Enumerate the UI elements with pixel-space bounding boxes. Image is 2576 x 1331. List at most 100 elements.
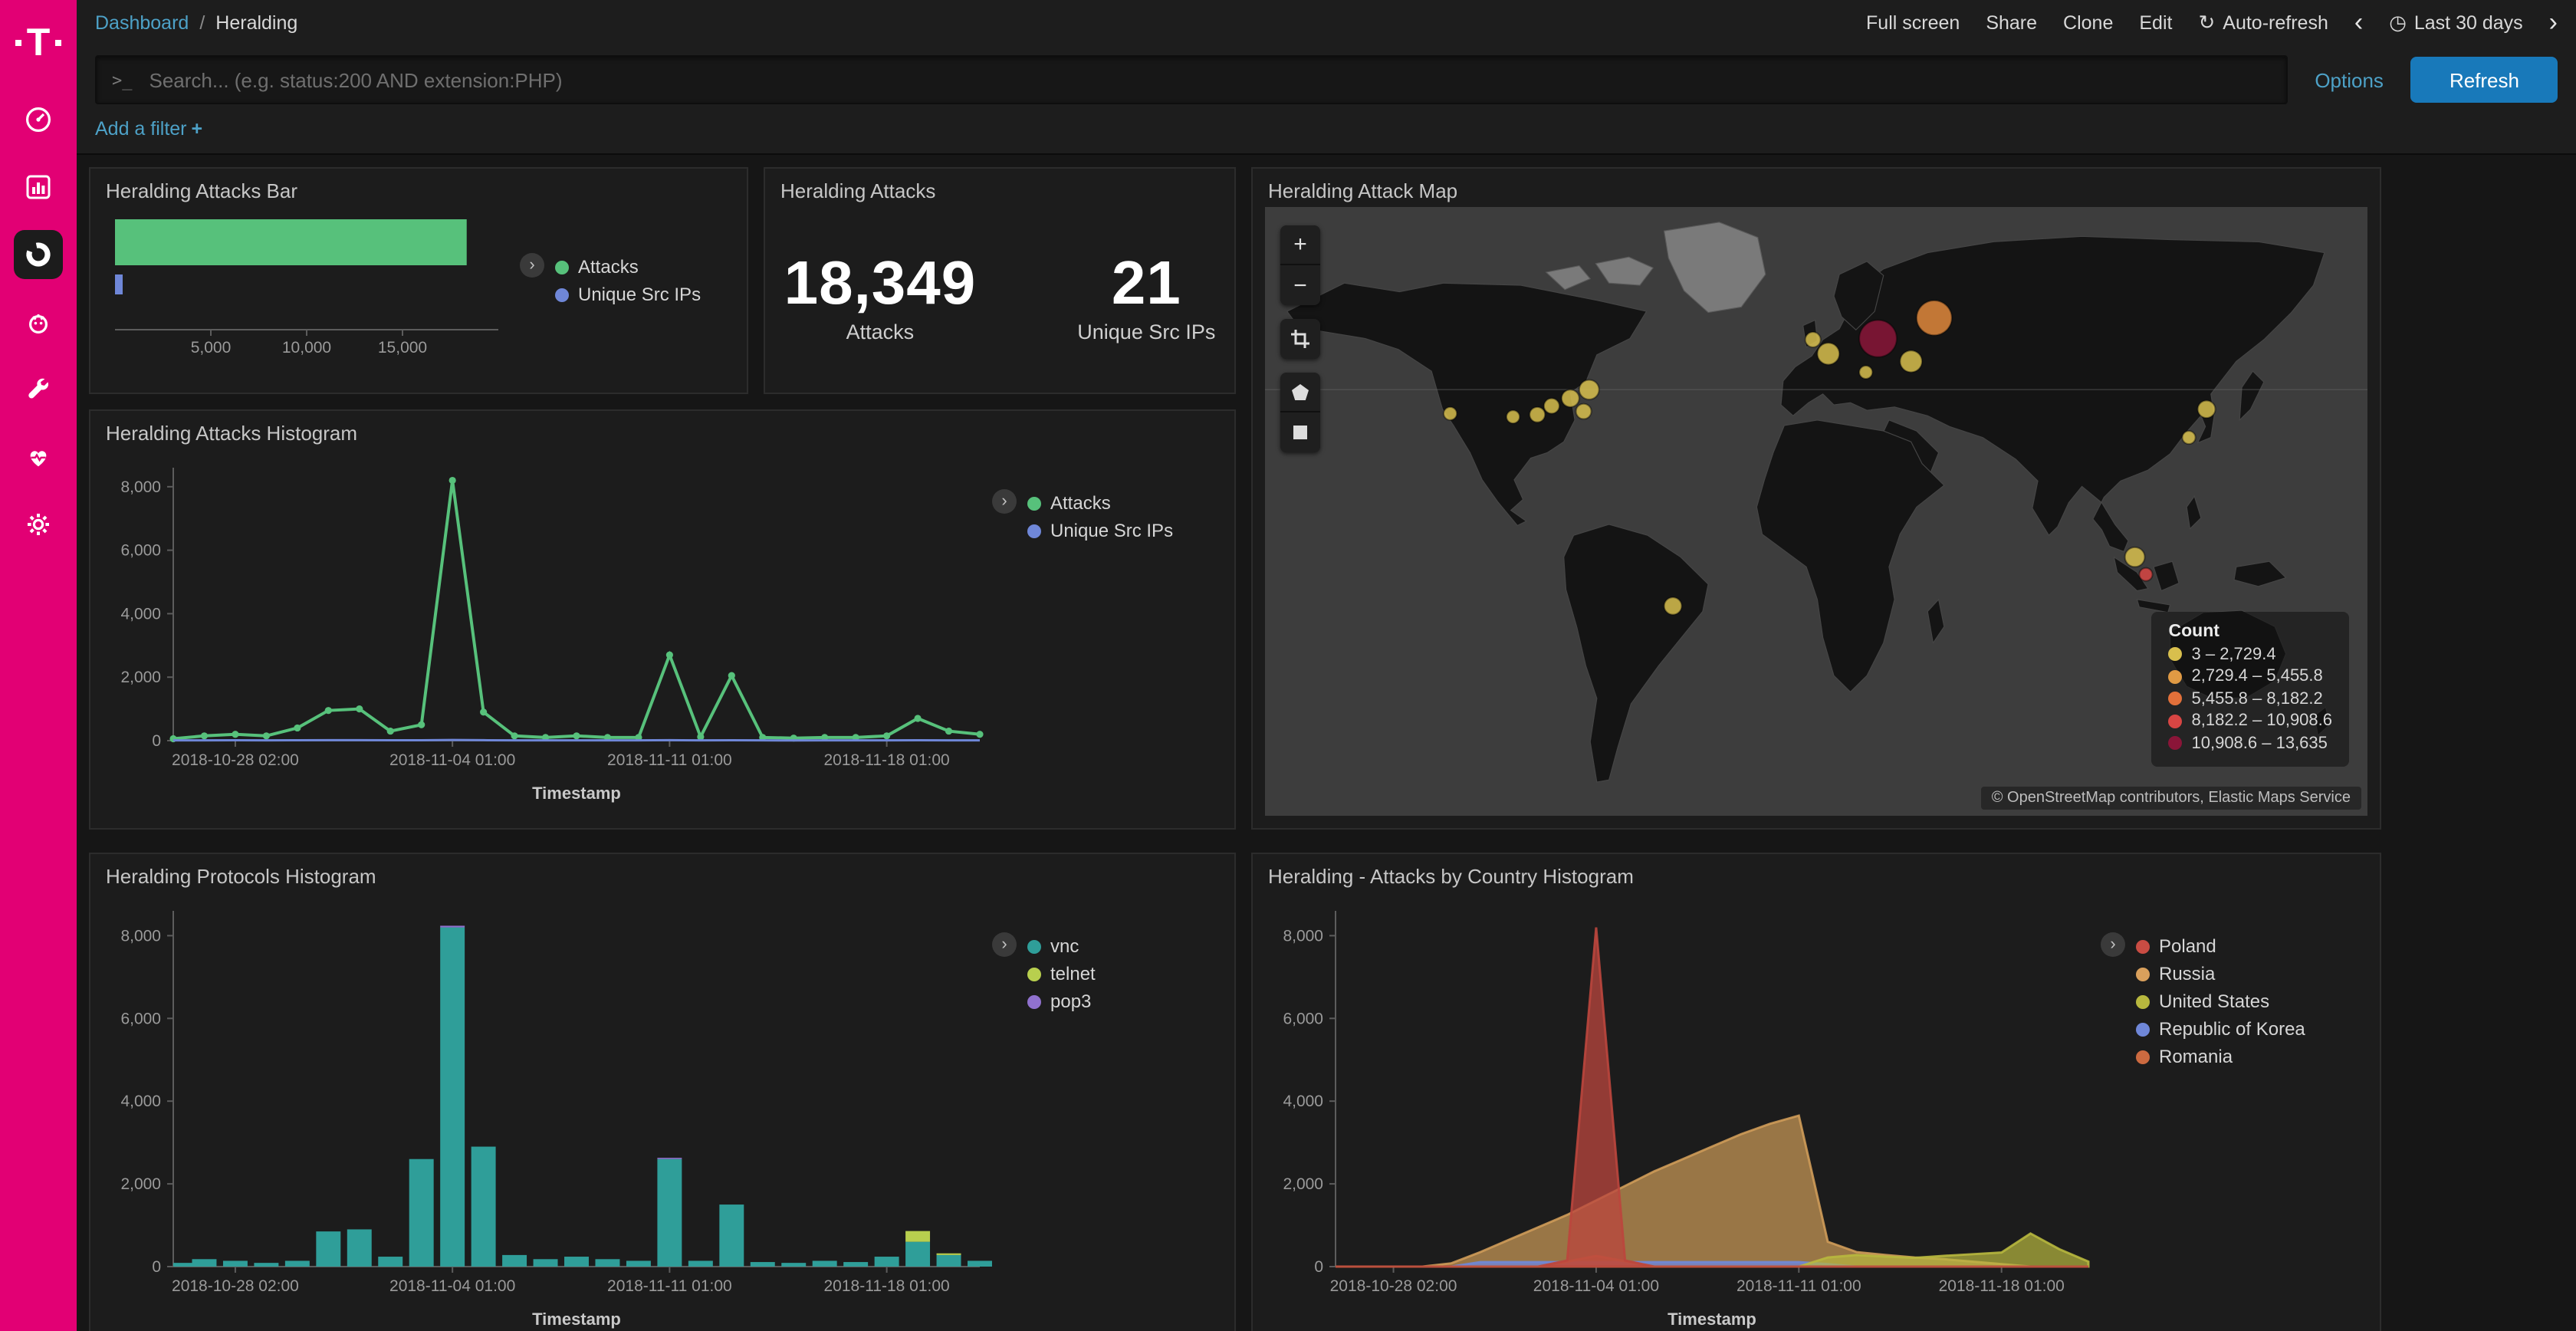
legend: Poland Russia United States Republic of Kor… (2136, 932, 2305, 1070)
legend: Attacks Unique Src IPs (1027, 489, 1173, 544)
legend-collapse-icon[interactable]: › (2101, 932, 2125, 957)
crop-tool-button[interactable] (1280, 319, 1320, 359)
map-controls: + − (1280, 225, 1320, 452)
legend-item[interactable]: telnet (1027, 963, 1096, 984)
time-back-button[interactable]: ‹ (2354, 9, 2363, 35)
panel-protocols-histogram: Heralding Protocols Histogram 02,0004,00… (89, 853, 1236, 1331)
wrench-icon (14, 365, 63, 414)
dashboard-grid: Heralding Attacks Bar 5,00010,00015,000 … (77, 155, 2576, 1331)
map-canvas[interactable]: + − (1265, 207, 2367, 816)
country-histogram-chart: 02,0004,0006,0008,0002018-10-28 02:00201… (1265, 892, 2101, 1331)
clone-button[interactable]: Clone (2063, 12, 2113, 33)
svg-text:6,000: 6,000 (1283, 1010, 1323, 1027)
sidebar-item-dashboard[interactable] (0, 86, 77, 153)
legend-item[interactable]: Poland (2136, 935, 2305, 957)
refresh-icon: ↻ (2198, 10, 2215, 35)
sidebar-item-security[interactable] (0, 221, 77, 288)
map-attribution: © OpenStreetMap contributors, Elastic Ma… (1981, 787, 2361, 810)
legend-item[interactable]: United States (2136, 991, 2305, 1012)
legend-item[interactable]: vnc (1027, 935, 1096, 957)
legend-item[interactable]: Unique Src IPs (555, 284, 701, 305)
legend-dot (2136, 994, 2150, 1008)
sidebar-item-honeypot[interactable] (0, 288, 77, 356)
legend-label: Republic of Korea (2159, 1018, 2305, 1040)
sidebar-item-health[interactable] (0, 423, 77, 491)
add-filter-button[interactable]: Add a filter+ (95, 118, 202, 140)
clock-icon: ◷ (2389, 10, 2407, 35)
svg-text:2018-11-04 01:00: 2018-11-04 01:00 (1533, 1277, 1659, 1295)
legend-label: 10,908.6 – 13,635 (2192, 734, 2328, 752)
svg-text:6,000: 6,000 (120, 1010, 161, 1027)
legend-item[interactable]: 3 – 2,729.4 (2169, 645, 2333, 663)
metric-value: 21 (1077, 250, 1215, 319)
metric-unique-src-ips: 21 Unique Src IPs (1077, 250, 1215, 343)
gear-icon (14, 500, 63, 549)
legend-dot (1027, 967, 1041, 981)
svg-text:2018-11-04 01:00: 2018-11-04 01:00 (389, 751, 515, 769)
svg-text:4,000: 4,000 (120, 1093, 161, 1110)
svg-text:2018-11-18 01:00: 2018-11-18 01:00 (823, 751, 949, 769)
search-input[interactable] (146, 67, 2271, 93)
legend-label: Unique Src IPs (1050, 520, 1173, 541)
filter-bar: Add a filter+ (77, 113, 2576, 155)
map-legend-items: 3 – 2,729.4 2,729.4 – 5,455.8 5,455.8 – 8,… (2169, 645, 2333, 752)
svg-text:2018-10-28 02:00: 2018-10-28 02:00 (172, 751, 299, 769)
sidebar-item-charts[interactable] (0, 153, 77, 221)
metric-attacks: 18,349 Attacks (784, 250, 977, 343)
legend-label: Attacks (1050, 492, 1111, 514)
sidebar-item-tools[interactable] (0, 356, 77, 423)
legend-item[interactable]: 5,455.8 – 8,182.2 (2169, 689, 2333, 708)
breadcrumb-dashboard-link[interactable]: Dashboard (95, 12, 189, 33)
map-count-legend: Count 3 – 2,729.42,729.4 – 5,455.85,455.… (2152, 611, 2350, 767)
time-range-button[interactable]: ◷ Last 30 days (2389, 10, 2522, 35)
donut-icon (14, 230, 63, 279)
svg-text:2018-10-28 02:00: 2018-10-28 02:00 (1330, 1277, 1457, 1295)
refresh-button[interactable]: Refresh (2411, 57, 2558, 103)
svg-text:4,000: 4,000 (1283, 1093, 1323, 1110)
time-forward-button[interactable]: › (2549, 9, 2558, 35)
legend-item[interactable]: Republic of Korea (2136, 1018, 2305, 1040)
legend-item[interactable]: Unique Src IPs (1027, 520, 1173, 541)
legend-item[interactable]: 2,729.4 – 5,455.8 (2169, 667, 2333, 685)
share-button[interactable]: Share (1986, 12, 2037, 33)
protocols-histogram-chart: 02,0004,0006,0008,0002018-10-28 02:00201… (103, 892, 992, 1331)
legend-collapse-icon[interactable]: › (992, 489, 1017, 514)
legend-label: Romania (2159, 1046, 2233, 1067)
legend-item[interactable]: Russia (2136, 963, 2305, 984)
legend-item[interactable]: 8,182.2 – 10,908.6 (2169, 712, 2333, 730)
legend-dot (2169, 647, 2183, 661)
legend-dot (2136, 967, 2150, 981)
svg-text:2018-10-28 02:00: 2018-10-28 02:00 (172, 1277, 299, 1295)
sidebar: T (0, 0, 77, 1331)
fullscreen-button[interactable]: Full screen (1866, 12, 1960, 33)
legend-label: Attacks (578, 256, 639, 278)
options-link[interactable]: Options (2315, 68, 2384, 91)
telekom-logo[interactable]: T (16, 0, 61, 86)
panel-attacks-histogram: Heralding Attacks Histogram 02,0004,0006… (89, 409, 1236, 830)
auto-refresh-button[interactable]: ↻ Auto-refresh (2198, 10, 2328, 35)
legend-item[interactable]: pop3 (1027, 991, 1096, 1012)
legend-item[interactable]: Attacks (555, 256, 701, 278)
breadcrumb-separator: / (199, 12, 205, 33)
legend-item[interactable]: Attacks (1027, 492, 1173, 514)
auto-refresh-label: Auto-refresh (2223, 12, 2328, 33)
zoom-in-button[interactable]: + (1280, 225, 1320, 265)
polygon-tool-button[interactable] (1280, 373, 1320, 412)
legend-item[interactable]: Romania (2136, 1046, 2305, 1067)
polygon-icon (1291, 383, 1309, 401)
bug-icon (14, 297, 63, 347)
rect-tool-button[interactable] (1280, 412, 1320, 452)
legend-dot (555, 288, 569, 301)
edit-button[interactable]: Edit (2139, 12, 2172, 33)
zoom-out-button[interactable]: − (1280, 265, 1320, 305)
legend-collapse-icon[interactable]: › (520, 253, 544, 278)
legend-collapse-icon[interactable]: › (992, 932, 1017, 957)
svg-text:2018-11-11 01:00: 2018-11-11 01:00 (1737, 1277, 1861, 1295)
legend-label: 2,729.4 – 5,455.8 (2192, 667, 2323, 685)
sidebar-item-settings[interactable] (0, 491, 77, 558)
legend-item[interactable]: 10,908.6 – 13,635 (2169, 734, 2333, 752)
svg-text:8,000: 8,000 (120, 927, 161, 945)
panel-attacks-bar: Heralding Attacks Bar 5,00010,00015,000 … (89, 167, 748, 394)
panel-title: Heralding Attacks (765, 169, 1234, 207)
legend-dot (2136, 1050, 2150, 1063)
